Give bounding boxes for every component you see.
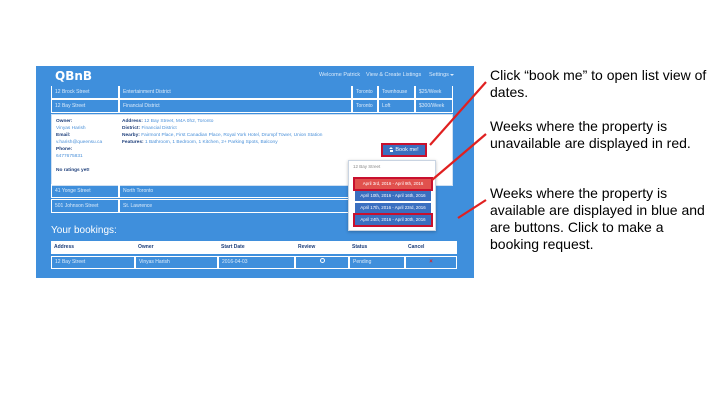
listing-address: 12 Bay Street <box>51 99 119 113</box>
district-value: Financial District <box>141 126 177 131</box>
header-start-date: Start Date <box>218 241 295 254</box>
owner-info: Owner: Vinyas Harish Email: v.harish@que… <box>56 118 116 174</box>
address-value: 12 Bay Street, M4A 0h2, Toronto <box>144 119 214 124</box>
week-available-button[interactable]: April 17th, 2016 - April 23rd, 2016 <box>355 203 431 213</box>
listing-address: 501 Johnson Street <box>51 199 119 213</box>
owner-label: Owner: <box>56 119 73 124</box>
header-address: Address <box>51 241 135 254</box>
ratings-text: No ratings yet! <box>56 168 90 173</box>
features-label: Features: <box>122 140 144 145</box>
nearby-label: Nearby: <box>122 133 140 138</box>
book-me-button[interactable]: Book me! <box>381 143 427 157</box>
booking-cancel: × <box>405 256 457 269</box>
features-value: 1 Bathroom, 1 Bedroom, 1 Kitchen, 2+ Par… <box>144 140 278 145</box>
listing-price: $300/Week <box>415 99 453 113</box>
table-row[interactable]: 12 Brock Street Entertainment District T… <box>51 85 453 99</box>
week-unavailable: April 3rd, 2016 - April 9th, 2016 <box>353 177 433 191</box>
header-status: Status <box>349 241 405 254</box>
booking-status: Pending <box>349 256 405 269</box>
book-me-label: Book me! <box>395 147 419 153</box>
nav-settings-label: Settings <box>429 72 449 78</box>
header-review: Review <box>295 241 349 254</box>
app-logo[interactable]: QBnB <box>55 69 92 83</box>
booking-review <box>295 256 349 269</box>
listing-district: St. Lawrence <box>119 199 349 213</box>
top-navbar: QBnB Welcome Patrick View & Create Listi… <box>36 66 474 86</box>
listing-district: Financial District <box>119 99 352 113</box>
dropdown-title: 12 Bay Street <box>353 164 381 169</box>
dates-dropdown: 12 Bay Street April 3rd, 2016 - April 9t… <box>348 160 436 231</box>
owner-name: Vinyas Harish <box>56 126 86 131</box>
caret-down-icon <box>449 73 454 76</box>
table-row: 12 Bay Street Vinyas Harish 2016-04-03 P… <box>51 256 457 269</box>
listing-district: Entertainment District <box>119 85 352 99</box>
callout-book-me: Click “book me” to open list view of dat… <box>490 67 707 100</box>
listing-district: North Toronto <box>119 184 349 198</box>
listing-price: $25/Week <box>415 85 453 99</box>
week-available-button[interactable]: April 24th, 2016 - April 30th, 2016 <box>353 213 433 227</box>
home-icon <box>389 147 394 152</box>
callout-available-weeks: Weeks where the property is available ar… <box>490 185 705 252</box>
nav-view-create-listings[interactable]: View & Create Listings <box>366 72 421 78</box>
week-available-button[interactable]: April 10th, 2016 - April 16th, 2016 <box>355 191 431 201</box>
header-cancel: Cancel <box>405 241 457 254</box>
address-label: Address: <box>122 119 143 124</box>
table-row[interactable]: 12 Bay Street Financial District Toronto… <box>51 99 453 113</box>
email-label: Email: <box>56 133 71 138</box>
listing-type: Loft <box>378 99 415 113</box>
phone-label: Phone: <box>56 147 73 152</box>
cancel-x-icon[interactable]: × <box>429 259 433 265</box>
nearby-value: Fairmont Place, First Canadian Place, Ro… <box>141 133 323 138</box>
listing-address: 12 Brock Street <box>51 85 119 99</box>
owner-email[interactable]: v.harish@queensu.ca <box>56 139 116 146</box>
booking-address: 12 Bay Street <box>51 256 135 269</box>
listing-type: Townhouse <box>378 85 415 99</box>
app-screenshot: QBnB Welcome Patrick View & Create Listi… <box>36 66 474 278</box>
nav-welcome[interactable]: Welcome Patrick <box>319 72 360 78</box>
booking-start-date: 2016-04-03 <box>218 256 295 269</box>
callout-unavailable-weeks: Weeks where the property is unavailable … <box>490 118 691 151</box>
listing-city: Toronto <box>352 99 378 113</box>
owner-phone: 6477675831 <box>56 154 83 159</box>
review-icon[interactable] <box>319 258 325 263</box>
bookings-heading: Your bookings: <box>51 225 117 236</box>
header-owner: Owner <box>135 241 218 254</box>
listing-city: Toronto <box>352 85 378 99</box>
listing-address: 41 Yonge Street <box>51 184 119 198</box>
listing-info: Address: 12 Bay Street, M4A 0h2, Toronto… <box>122 118 337 146</box>
district-label: District: <box>122 126 141 131</box>
nav-settings[interactable]: Settings <box>429 72 454 78</box>
bookings-header-row: Address Owner Start Date Review Status C… <box>51 241 457 254</box>
booking-owner: Vinyas Harish <box>135 256 218 269</box>
